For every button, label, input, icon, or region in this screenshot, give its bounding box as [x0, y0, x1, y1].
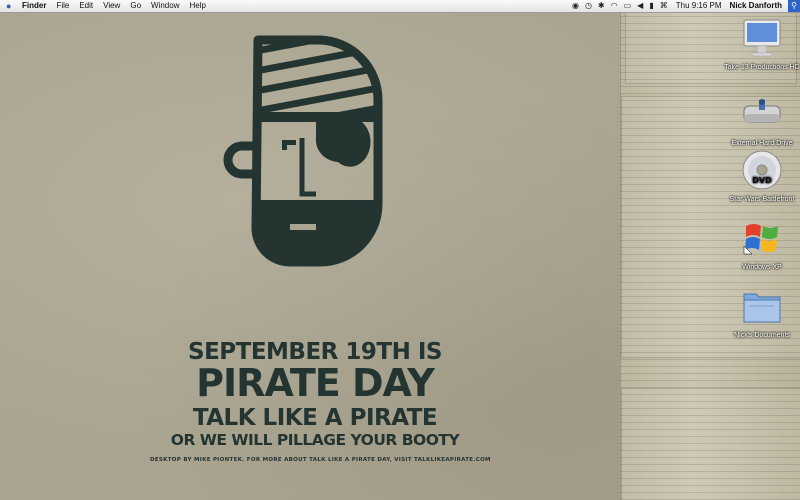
wifi-icon[interactable]: ◠ — [611, 0, 618, 12]
menu-bar: ● Finder File Edit View Go Window Help ◉… — [0, 0, 800, 13]
poster-line-3: TALK LIKE A PIRATE — [192, 405, 438, 431]
bluetooth-icon[interactable]: ✱ — [598, 0, 605, 12]
poster-line-4: OR WE WILL PILLAGE YOUR BOOTY — [170, 431, 460, 449]
desktop-icon-star-wars-battlefront[interactable]: DVD Star Wars Battlefront — [722, 148, 800, 204]
volume-icon[interactable]: ◀ — [637, 0, 643, 12]
desktop: ● Finder File Edit View Go Window Help ◉… — [0, 0, 800, 500]
desktop-icon-label: Star Wars Battlefront — [729, 196, 795, 203]
desktop-icon-nicks-documents[interactable]: Nick's Documents — [722, 284, 800, 340]
spotlight-icon[interactable]: ⚲ — [788, 0, 800, 12]
desktop-icon-label: Nick's Documents — [734, 332, 790, 339]
menu-edit[interactable]: Edit — [79, 0, 93, 12]
desktop-icon-external-hard-drive[interactable]: External Hard Drive — [722, 92, 800, 148]
hard-drive-icon — [743, 99, 781, 123]
battery-icon[interactable]: ▮ — [649, 0, 653, 12]
input-menu-icon[interactable]: ⌘ — [660, 0, 668, 12]
imac-icon — [743, 19, 781, 57]
poster-credit: DESKTOP BY MIKE PIONTEK. FOR MORE ABOUT … — [150, 457, 491, 463]
menu-finder[interactable]: Finder — [22, 0, 46, 12]
menu-help[interactable]: Help — [189, 0, 205, 12]
menu-file[interactable]: File — [56, 0, 69, 12]
time-machine-icon[interactable]: ◷ — [585, 0, 592, 12]
menu-view[interactable]: View — [103, 0, 120, 12]
windows-xp-icon — [743, 224, 778, 255]
desktop-icon-label: Take 13 Productions HD — [724, 64, 800, 71]
desktop-icon-windows-xp[interactable]: Windows XP — [722, 216, 800, 272]
folder-icon — [743, 293, 781, 323]
menu-go[interactable]: Go — [130, 0, 141, 12]
svg-text:DVD: DVD — [752, 176, 772, 185]
dvd-icon: DVD — [742, 150, 782, 190]
apple-menu-icon[interactable]: ● — [6, 0, 16, 12]
desktop-icon-label: External Hard Drive — [731, 140, 793, 147]
display-icon[interactable]: ▭ — [624, 0, 632, 12]
menu-clock[interactable]: Thu 9:16 PM — [676, 0, 722, 12]
sync-status-icon[interactable]: ◉ — [572, 0, 579, 12]
desktop-icon-take13-hd[interactable]: Take 13 Productions HD — [722, 16, 800, 72]
desktop-icon-label: Windows XP — [742, 264, 782, 271]
poster-line-2: PIRATE DAY — [196, 361, 435, 405]
fast-user-switch[interactable]: Nick Danforth — [730, 0, 782, 12]
pirate-head-illustration — [223, 35, 383, 267]
menu-window[interactable]: Window — [151, 0, 179, 12]
